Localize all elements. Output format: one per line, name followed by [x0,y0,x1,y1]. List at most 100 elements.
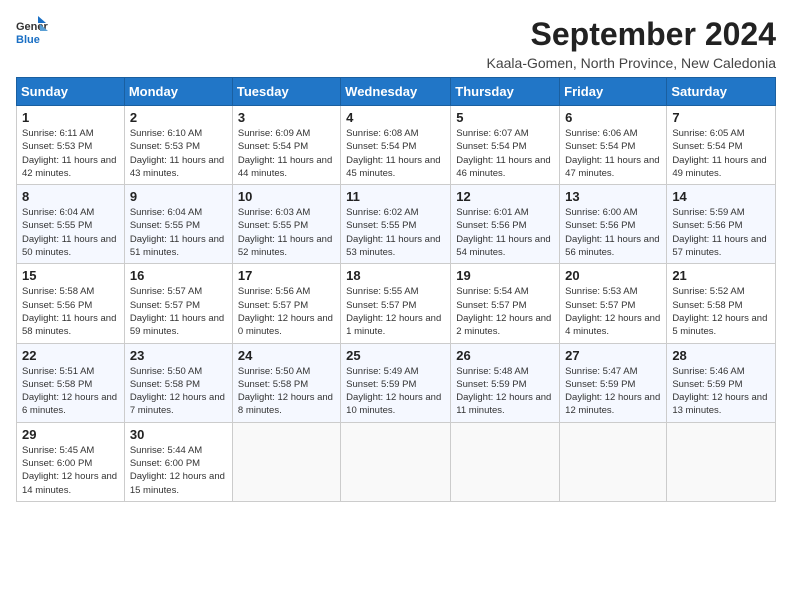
day-info: Sunrise: 5:46 AMSunset: 5:59 PMDaylight:… [672,365,770,418]
calendar-cell: 3 Sunrise: 6:09 AMSunset: 5:54 PMDaylight… [232,106,340,185]
day-number: 5 [456,110,554,125]
calendar-header-monday: Monday [124,78,232,106]
day-number: 14 [672,189,770,204]
calendar-cell [667,422,776,501]
page-header: GeneralBlue September 2024 Kaala-Gomen, … [16,16,776,71]
day-info: Sunrise: 5:57 AMSunset: 5:57 PMDaylight:… [130,285,227,338]
calendar-cell: 21Sunrise: 5:52 AMSunset: 5:58 PMDayligh… [667,264,776,343]
calendar-header-wednesday: Wednesday [341,78,451,106]
calendar-cell: 23 Sunrise: 5:50 AMSunset: 5:58 PMDayligh… [124,343,232,422]
day-info: Sunrise: 5:50 AMSunset: 5:58 PMDaylight:… [238,365,335,418]
calendar-header-friday: Friday [560,78,667,106]
day-number: 6 [565,110,661,125]
day-number: 13 [565,189,661,204]
calendar-week-3: 15 Sunrise: 5:58 AMSunset: 5:56 PMDayligh… [17,264,776,343]
day-info: Sunrise: 6:07 AMSunset: 5:54 PMDaylight:… [456,127,554,180]
calendar-week-1: 1 Sunrise: 6:11 AMSunset: 5:53 PMDaylight… [17,106,776,185]
day-number: 19 [456,268,554,283]
calendar-cell [451,422,560,501]
day-info: Sunrise: 5:53 AMSunset: 5:57 PMDaylight:… [565,285,661,338]
day-info: Sunrise: 5:59 AMSunset: 5:56 PMDaylight:… [672,206,770,259]
calendar-cell: 24 Sunrise: 5:50 AMSunset: 5:58 PMDayligh… [232,343,340,422]
day-info: Sunrise: 5:49 AMSunset: 5:59 PMDaylight:… [346,365,445,418]
day-info: Sunrise: 5:58 AMSunset: 5:56 PMDaylight:… [22,285,119,338]
day-number: 22 [22,348,119,363]
day-info: Sunrise: 6:11 AMSunset: 5:53 PMDaylight:… [22,127,119,180]
day-info: Sunrise: 6:01 AMSunset: 5:56 PMDaylight:… [456,206,554,259]
calendar-header-tuesday: Tuesday [232,78,340,106]
day-number: 16 [130,268,227,283]
logo-svg-icon: GeneralBlue [16,16,48,52]
calendar-cell [341,422,451,501]
svg-text:Blue: Blue [16,34,40,46]
day-number: 10 [238,189,335,204]
day-info: Sunrise: 6:03 AMSunset: 5:55 PMDaylight:… [238,206,335,259]
calendar-cell: 13 Sunrise: 6:00 AMSunset: 5:56 PMDayligh… [560,185,667,264]
calendar-cell: 29 Sunrise: 5:45 AMSunset: 6:00 PMDayligh… [17,422,125,501]
day-info: Sunrise: 6:04 AMSunset: 5:55 PMDaylight:… [22,206,119,259]
calendar-cell: 14 Sunrise: 5:59 AMSunset: 5:56 PMDayligh… [667,185,776,264]
calendar-cell: 12 Sunrise: 6:01 AMSunset: 5:56 PMDayligh… [451,185,560,264]
day-info: Sunrise: 5:50 AMSunset: 5:58 PMDaylight:… [130,365,227,418]
day-info: Sunrise: 6:08 AMSunset: 5:54 PMDaylight:… [346,127,445,180]
day-number: 20 [565,268,661,283]
calendar-header-row: SundayMondayTuesdayWednesdayThursdayFrid… [17,78,776,106]
day-info: Sunrise: 5:51 AMSunset: 5:58 PMDaylight:… [22,365,119,418]
day-number: 23 [130,348,227,363]
day-number: 9 [130,189,227,204]
day-info: Sunrise: 5:54 AMSunset: 5:57 PMDaylight:… [456,285,554,338]
calendar-week-2: 8 Sunrise: 6:04 AMSunset: 5:55 PMDaylight… [17,185,776,264]
day-info: Sunrise: 6:04 AMSunset: 5:55 PMDaylight:… [130,206,227,259]
day-info: Sunrise: 5:45 AMSunset: 6:00 PMDaylight:… [22,444,119,497]
day-number: 11 [346,189,445,204]
calendar-cell: 28 Sunrise: 5:46 AMSunset: 5:59 PMDayligh… [667,343,776,422]
day-info: Sunrise: 6:05 AMSunset: 5:54 PMDaylight:… [672,127,770,180]
day-info: Sunrise: 6:00 AMSunset: 5:56 PMDaylight:… [565,206,661,259]
day-info: Sunrise: 5:55 AMSunset: 5:57 PMDaylight:… [346,285,445,338]
calendar-header-sunday: Sunday [17,78,125,106]
calendar-cell: 20 Sunrise: 5:53 AMSunset: 5:57 PMDayligh… [560,264,667,343]
calendar-cell: 6 Sunrise: 6:06 AMSunset: 5:54 PMDaylight… [560,106,667,185]
day-number: 3 [238,110,335,125]
day-number: 17 [238,268,335,283]
day-number: 8 [22,189,119,204]
day-number: 30 [130,427,227,442]
title-area: September 2024 Kaala-Gomen, North Provin… [487,16,776,71]
day-number: 7 [672,110,770,125]
day-number: 25 [346,348,445,363]
day-number: 1 [22,110,119,125]
calendar-cell: 11 Sunrise: 6:02 AMSunset: 5:55 PMDayligh… [341,185,451,264]
day-info: Sunrise: 5:44 AMSunset: 6:00 PMDaylight:… [130,444,227,497]
day-number: 29 [22,427,119,442]
calendar-cell: 4 Sunrise: 6:08 AMSunset: 5:54 PMDaylight… [341,106,451,185]
calendar-cell [560,422,667,501]
calendar-cell: 22 Sunrise: 5:51 AMSunset: 5:58 PMDayligh… [17,343,125,422]
day-number: 24 [238,348,335,363]
calendar-cell: 27Sunrise: 5:47 AMSunset: 5:59 PMDayligh… [560,343,667,422]
calendar-cell: 15 Sunrise: 5:58 AMSunset: 5:56 PMDayligh… [17,264,125,343]
calendar-week-4: 22 Sunrise: 5:51 AMSunset: 5:58 PMDayligh… [17,343,776,422]
calendar-table: SundayMondayTuesdayWednesdayThursdayFrid… [16,77,776,502]
day-number: 26 [456,348,554,363]
day-info: Sunrise: 6:10 AMSunset: 5:53 PMDaylight:… [130,127,227,180]
day-number: 4 [346,110,445,125]
calendar-cell: 7 Sunrise: 6:05 AMSunset: 5:54 PMDaylight… [667,106,776,185]
calendar-cell: 5 Sunrise: 6:07 AMSunset: 5:54 PMDaylight… [451,106,560,185]
location-title: Kaala-Gomen, North Province, New Caledon… [487,55,776,71]
calendar-header-thursday: Thursday [451,78,560,106]
day-number: 15 [22,268,119,283]
calendar-cell: 9 Sunrise: 6:04 AMSunset: 5:55 PMDaylight… [124,185,232,264]
calendar-cell: 8 Sunrise: 6:04 AMSunset: 5:55 PMDaylight… [17,185,125,264]
day-info: Sunrise: 6:02 AMSunset: 5:55 PMDaylight:… [346,206,445,259]
calendar-cell: 25 Sunrise: 5:49 AMSunset: 5:59 PMDayligh… [341,343,451,422]
calendar-cell: 1 Sunrise: 6:11 AMSunset: 5:53 PMDaylight… [17,106,125,185]
month-title: September 2024 [487,16,776,53]
day-number: 27 [565,348,661,363]
day-number: 28 [672,348,770,363]
day-number: 21 [672,268,770,283]
calendar-cell: 19 Sunrise: 5:54 AMSunset: 5:57 PMDayligh… [451,264,560,343]
day-info: Sunrise: 6:06 AMSunset: 5:54 PMDaylight:… [565,127,661,180]
day-info: Sunrise: 6:09 AMSunset: 5:54 PMDaylight:… [238,127,335,180]
calendar-header-saturday: Saturday [667,78,776,106]
day-number: 12 [456,189,554,204]
